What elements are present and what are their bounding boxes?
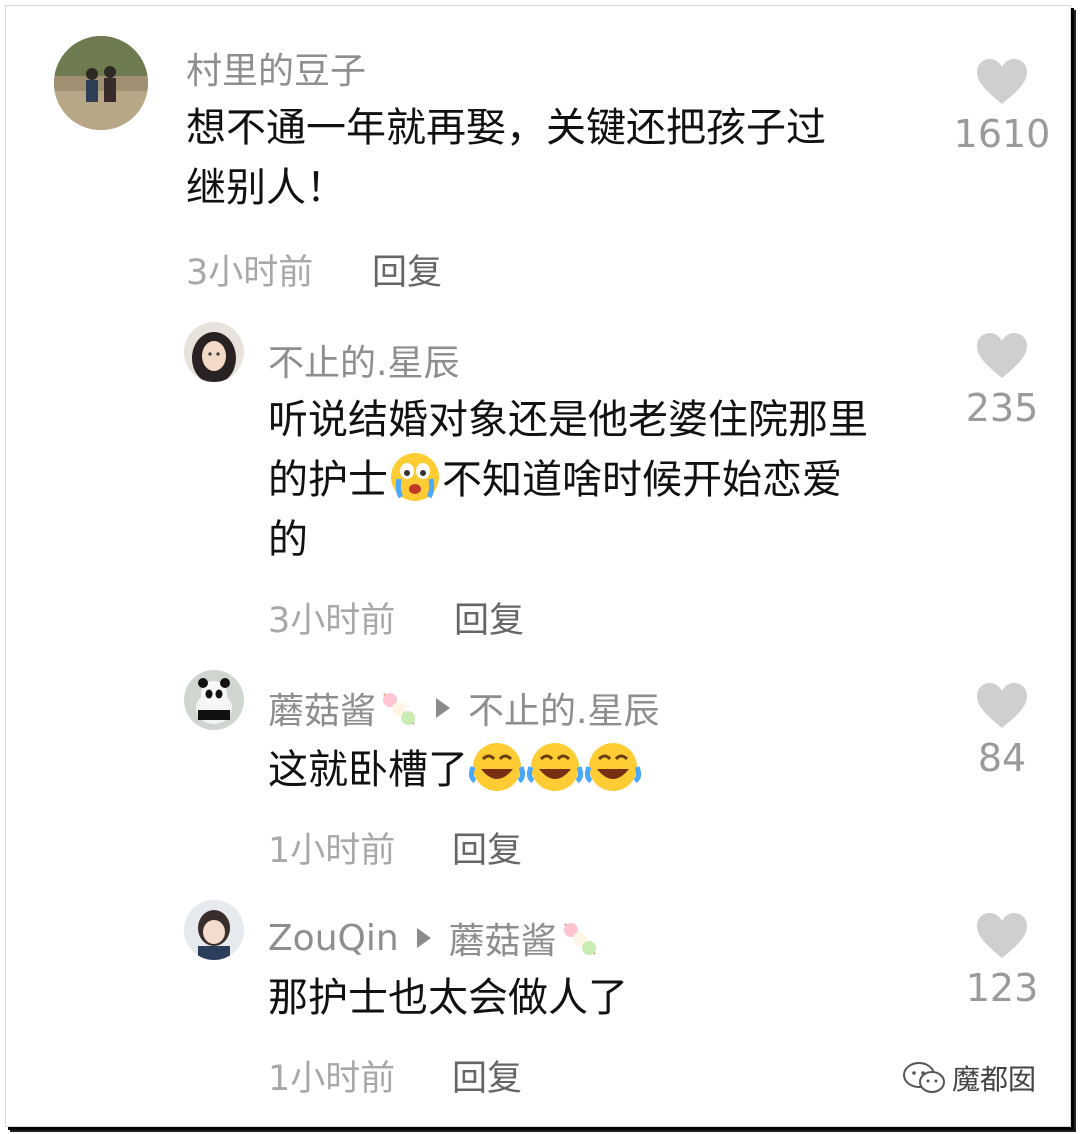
timestamp: 3小时前: [268, 601, 396, 641]
username[interactable]: ZouQin: [268, 918, 399, 959]
dango-emoji: [563, 923, 596, 955]
watermark-text: 魔都囡: [951, 1063, 1036, 1096]
comment-line: 的护士 不知道啥时候开始恋爱: [268, 450, 948, 510]
like-button[interactable]: 84: [952, 682, 1052, 780]
laughing-tears-emoji: [585, 743, 641, 791]
reply-button[interactable]: 回复: [372, 244, 442, 295]
reply-to-username[interactable]: 蘑菇酱: [449, 912, 557, 964]
comment-segment: 这就卧槽了: [268, 747, 468, 793]
comment-line: 想不通一年就再娶，关键还把孩子过: [186, 105, 826, 151]
heart-icon: [977, 683, 1027, 728]
avatar[interactable]: [184, 670, 244, 730]
like-button[interactable]: 123: [952, 912, 1052, 1010]
heart-icon: [977, 913, 1027, 958]
laughing-tears-emoji: [469, 743, 525, 791]
like-count: 235: [965, 386, 1039, 430]
heart-icon: [977, 333, 1027, 378]
avatar[interactable]: [184, 900, 244, 960]
reply-button[interactable]: 回复: [452, 1050, 522, 1101]
reply-arrow-icon: [416, 928, 431, 948]
wechat-icon: [902, 1062, 945, 1093]
watermark: 魔都囡: [902, 1058, 1036, 1098]
comment-line: 的: [268, 517, 308, 563]
avatar[interactable]: [54, 36, 148, 130]
comment-line: 继别人！: [186, 165, 346, 211]
comment-segment: 的护士: [268, 457, 388, 503]
reply-to-username[interactable]: 不止的.星辰: [468, 682, 659, 734]
reply-button[interactable]: 回复: [454, 592, 524, 643]
username-line: 蘑菇酱 不止的.星辰: [268, 682, 659, 734]
like-count: 84: [977, 736, 1027, 780]
username[interactable]: 村里的豆子: [186, 42, 366, 94]
username[interactable]: 蘑菇酱: [268, 682, 376, 734]
comment-text: 听说结婚对象还是他老婆住院那里 的护士 不知道啥时候开始恋爱 的: [268, 390, 948, 570]
username[interactable]: 不止的.星辰: [268, 334, 459, 386]
avatar[interactable]: [184, 322, 244, 382]
timestamp: 3小时前: [186, 253, 314, 293]
reply-button[interactable]: 回复: [452, 822, 522, 873]
like-button[interactable]: 1610: [952, 58, 1052, 156]
laughing-tears-emoji: [527, 743, 583, 791]
comment-line: 听说结婚对象还是他老婆住院那里: [268, 397, 868, 443]
heart-icon: [977, 59, 1027, 104]
comment-panel: 村里的豆子 想不通一年就再娶，关键还把孩子过 继别人！ 3小时前 回复 1610…: [5, 5, 1071, 1127]
like-button[interactable]: 235: [952, 332, 1052, 430]
like-count: 1610: [953, 112, 1051, 156]
comment-segment: 不知道啥时候开始恋爱: [442, 457, 842, 503]
comment-text: 想不通一年就再娶，关键还把孩子过 继别人！: [186, 98, 926, 218]
like-count: 123: [965, 966, 1039, 1010]
crying-face-emoji: [391, 453, 439, 501]
username-line: ZouQin 蘑菇酱: [268, 912, 599, 964]
comment-text: 那护士也太会做人了: [268, 975, 628, 1021]
comment-text: 这就卧槽了: [268, 740, 948, 800]
timestamp: 1小时前: [268, 1059, 396, 1099]
reply-arrow-icon: [436, 698, 451, 718]
timestamp: 1小时前: [268, 831, 396, 871]
dango-emoji: [383, 693, 416, 725]
